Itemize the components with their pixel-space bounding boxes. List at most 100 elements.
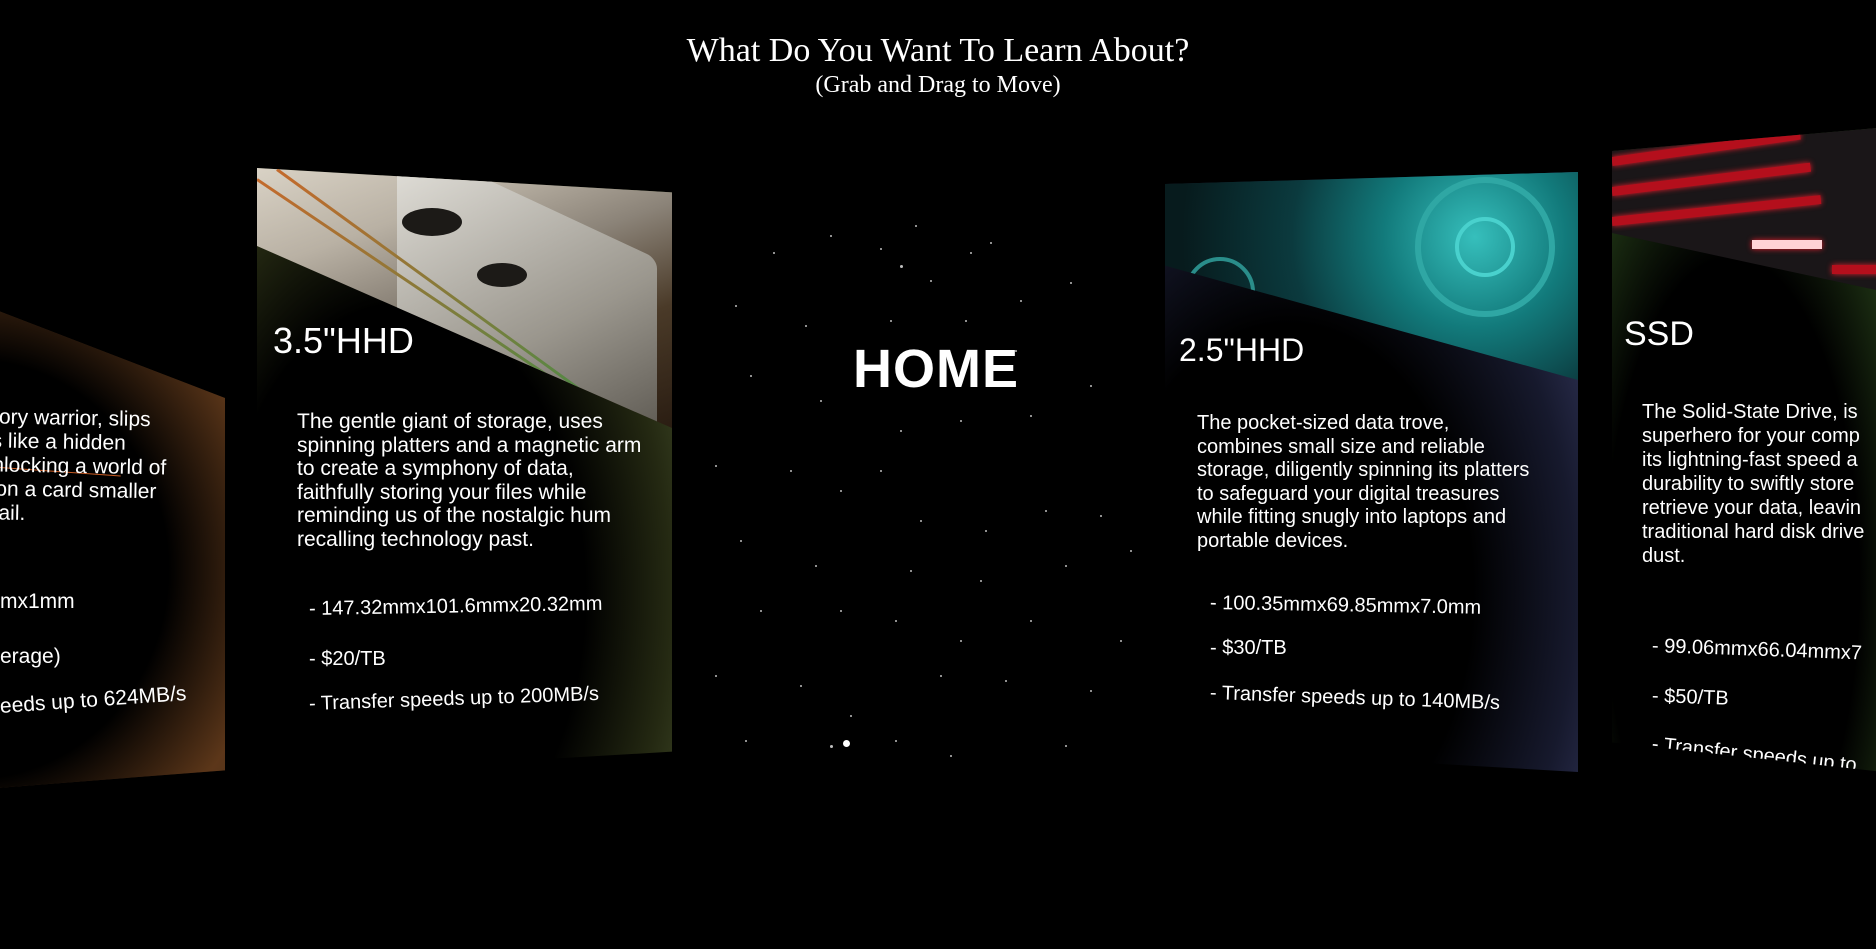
star-dot: [805, 325, 807, 327]
star-dot: [1100, 515, 1102, 517]
star-dot: [735, 305, 737, 307]
card-title: 3.5"HHD: [273, 320, 414, 361]
home-button[interactable]: HOME: [853, 338, 1019, 400]
star-dot: [895, 620, 897, 622]
card-description: The Solid-State Drive, is superhero for …: [1642, 400, 1876, 568]
star-dot: [960, 640, 962, 642]
spec-dimensions: - 99.06mmx66.04mmx7: [1651, 635, 1863, 665]
star-dot: [880, 248, 882, 250]
card-microsd[interactable]: emory warrior, slips ces like a hidden ,…: [0, 300, 225, 790]
star-dot: [990, 242, 992, 244]
hdd-25-photo: [1165, 172, 1578, 380]
page-title: What Do You Want To Learn About?: [686, 32, 1190, 69]
star-dot: [745, 740, 747, 742]
card-ssd[interactable]: SSD The Solid-State Drive, is superhero …: [1612, 125, 1876, 775]
page-subtitle: (Grab and Drag to Move): [815, 72, 1061, 98]
star-dot: [895, 740, 897, 742]
card-hdd-25[interactable]: 2.5"HHD The pocket-sized data trove, com…: [1165, 172, 1578, 772]
star-dot: [715, 465, 717, 467]
led-bar: [1612, 195, 1822, 226]
star-dot: [820, 400, 822, 402]
carousel-stage[interactable]: What Do You Want To Learn About? (Grab a…: [0, 0, 1876, 949]
star-dot: [930, 280, 932, 282]
led-bar: [1832, 265, 1876, 274]
star-dot: [815, 565, 817, 567]
spec-dimensions: - 147.32mmx101.6mmx20.32mm: [308, 592, 603, 620]
sd-desc-line-2: ces like a hidden: [0, 428, 126, 455]
star-dot: [1020, 300, 1022, 302]
star-dot: [900, 265, 903, 268]
star-dot: [980, 580, 982, 582]
spec-dimensions: - 100.35mmx69.85mmx7.0mm: [1209, 592, 1482, 619]
card-title: 2.5"HHD: [1179, 332, 1305, 368]
spindle-image: [1185, 257, 1255, 327]
star-dot: [950, 755, 952, 757]
ssd-desc-line-2: superhero for your comp: [1642, 425, 1860, 447]
star-dot: [1090, 385, 1092, 387]
sd-desc-line-4: ity on a card smaller: [0, 477, 157, 504]
star-dot: [840, 490, 842, 492]
star-dot: [1030, 620, 1032, 622]
spec-speed: - Transfer speeds up to 140MB/s: [1209, 682, 1501, 715]
star-dot: [740, 540, 742, 542]
spec-price: - $50/TB: [1651, 685, 1730, 710]
star-dot: [970, 252, 972, 254]
star-dot: [1130, 550, 1132, 552]
star-dot: [1065, 745, 1067, 747]
led-bar: [1612, 130, 1801, 166]
star-dot: [1120, 640, 1122, 642]
arm-hole: [477, 263, 527, 287]
ssd-desc-line-6: traditional hard disk drive: [1642, 521, 1865, 543]
star-dot: [890, 320, 892, 322]
card-description: emory warrior, slips ces like a hidden ,…: [0, 405, 210, 529]
star-dot: [1065, 565, 1067, 567]
star-dot: [880, 470, 882, 472]
spec-speed: - Transfer speeds up to 200MB/s: [308, 682, 600, 715]
star-dot: [985, 530, 987, 532]
ssd-desc-line-7: dust.: [1642, 545, 1686, 567]
star-dot: [940, 675, 942, 677]
hdd-35-photo: [257, 168, 672, 428]
star-dot: [850, 715, 852, 717]
star-dot: [773, 252, 775, 254]
star-dot: [965, 320, 967, 322]
arm-hole: [402, 208, 462, 236]
card-description: The gentle giant of storage, uses spinni…: [297, 410, 642, 551]
spec-price: - $30/TB: [1210, 637, 1287, 659]
star-dot: [1030, 415, 1032, 417]
card-title: SSD: [1624, 315, 1694, 353]
page-header: What Do You Want To Learn About? (Grab a…: [0, 30, 1876, 98]
star-dot: [830, 235, 832, 237]
spec-speed: - Transfer speeds up to: [1650, 733, 1858, 775]
spec-price: - $20/TB: [309, 648, 386, 670]
card-hdd-35[interactable]: 3.5"HHD The gentle giant of storage, use…: [257, 168, 672, 776]
star-dot: [715, 675, 717, 677]
star-dot: [910, 570, 912, 572]
star-dot: [843, 740, 850, 747]
spindle-image: [1455, 217, 1515, 277]
spec-speed: eeds up to 624MB/s: [0, 681, 188, 718]
card-description: The pocket-sized data trove, combines sm…: [1197, 412, 1530, 552]
star-dot: [1070, 282, 1072, 284]
sd-desc-line-1: emory warrior, slips: [0, 405, 151, 432]
star-dot: [1090, 690, 1092, 692]
sd-desc-line-5: ernail.: [0, 500, 26, 525]
sd-desc-line-3: , unlocking a world of: [0, 453, 167, 480]
ssd-desc-line-3: its lightning-fast speed a: [1642, 449, 1858, 471]
star-dot: [800, 685, 802, 687]
ssd-desc-line-5: retrieve your data, leavin: [1642, 497, 1862, 519]
star-dot: [960, 420, 962, 422]
led-bar: [1612, 162, 1812, 196]
star-dot: [1045, 510, 1047, 512]
home-starfield[interactable]: [690, 170, 1150, 770]
star-dot: [920, 520, 922, 522]
star-dot: [915, 225, 917, 227]
led-bar: [1752, 240, 1822, 249]
star-dot: [830, 745, 833, 748]
spec-dimensions: mx1mm: [0, 590, 75, 613]
spec-price: erage): [0, 645, 61, 668]
star-dot: [900, 430, 902, 432]
star-dot: [760, 610, 762, 612]
ssd-desc-line-4: durability to swiftly store: [1642, 473, 1855, 495]
ssd-desc-line-1: The Solid-State Drive, is: [1642, 401, 1858, 423]
